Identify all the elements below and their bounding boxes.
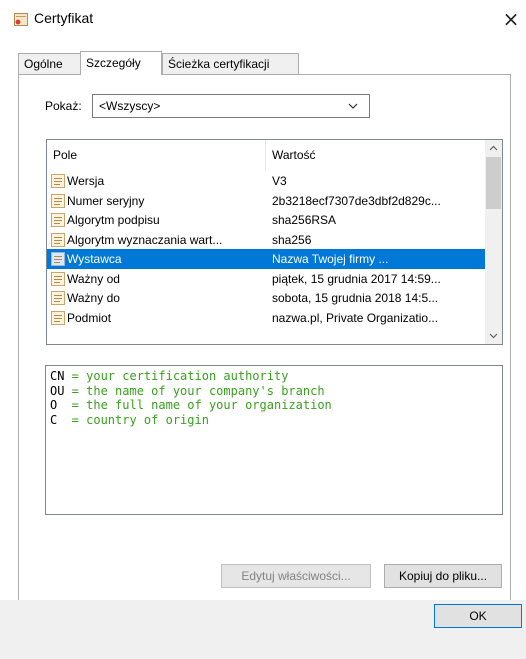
list-row[interactable]: Ważny do sobota, 15 grudnia 2018 14:5... — [47, 288, 487, 308]
scroll-thumb[interactable] — [486, 157, 501, 209]
list-row[interactable]: Ważny od piątek, 15 grudnia 2017 14:59... — [47, 269, 487, 289]
list-row[interactable]: Podmiot nazwa.pl, Private Organizatio... — [47, 308, 487, 328]
chevron-down-icon — [348, 103, 358, 109]
row-field-name: Numer seryjny — [67, 193, 145, 208]
column-header-field[interactable]: Pole — [53, 148, 77, 162]
detail-text: = country of origin — [57, 412, 209, 427]
row-field-name: Wystawca — [67, 252, 122, 266]
detail-line: CN = your certification authority — [50, 369, 498, 384]
row-field-name: Algorytm podpisu — [67, 213, 160, 227]
column-header-value[interactable]: Wartość — [272, 148, 316, 162]
detail-text: = the full name of your organization — [57, 398, 332, 412]
row-field-value: 2b3218ecf7307de3dbf2d829c... — [272, 193, 441, 208]
show-label: Pokaż: — [45, 99, 82, 113]
detail-key: CN — [50, 369, 65, 383]
row-field-name: Ważny do — [67, 291, 120, 305]
row-field-name: Ważny od — [67, 271, 120, 286]
scroll-up-icon[interactable] — [485, 140, 502, 157]
details-panel: Pokaż: <Wszyscy> Pole Wartość Wersja V3 Nu… — [18, 74, 511, 601]
detail-line: O = the full name of your organization — [50, 398, 498, 413]
certificate-icon — [14, 13, 28, 26]
certificate-field-icon — [51, 213, 65, 227]
certificate-field-icon — [51, 271, 65, 286]
certificate-field-icon — [51, 232, 65, 247]
detail-line: C = country of origin — [50, 413, 498, 428]
certificate-field-icon — [51, 252, 65, 266]
row-field-name: Wersja — [67, 174, 105, 188]
show-dropdown-value: <Wszyscy> — [99, 99, 161, 113]
certificate-field-icon — [51, 310, 65, 325]
scroll-down-icon[interactable] — [485, 327, 502, 344]
list-row[interactable]: Algorytm wyznaczania wart... sha256 — [47, 230, 487, 250]
detail-text: = the name of your company's branch — [64, 383, 325, 398]
row-field-value: nazwa.pl, Private Organizatio... — [272, 310, 439, 325]
row-field-value: Nazwa Twojej firmy ... — [272, 252, 389, 266]
window-title: Certyfikat — [34, 10, 94, 26]
fields-list[interactable]: Pole Wartość Wersja V3 Numer seryjny 2b3218… — [46, 139, 503, 345]
certificate-field-icon — [51, 291, 65, 305]
edit-properties-button[interactable]: Edytuj właściwości... — [221, 564, 371, 588]
field-detail-box[interactable]: CN = your certification authority OU = th… — [45, 365, 503, 515]
certificate-field-icon — [51, 193, 65, 208]
row-field-value: V3 — [272, 174, 287, 188]
list-header: Pole Wartość — [47, 140, 487, 170]
list-row[interactable]: Numer seryjny 2b3218ecf7307de3dbf2d829c..… — [47, 191, 487, 211]
title-bar: Certyfikat × — [0, 0, 526, 38]
tab-details[interactable]: Szczegóły — [80, 51, 162, 75]
list-row[interactable]: Wystawca Nazwa Twojej firmy ... — [47, 249, 487, 269]
list-rows: Wersja V3 Numer seryjny 2b3218ecf7307de3dbf… — [47, 171, 487, 327]
close-button[interactable]: × — [496, 4, 526, 34]
row-field-value: sobota, 15 grudnia 2018 14:5... — [272, 291, 439, 305]
detail-line: OU = the name of your company's branch — [50, 384, 498, 399]
tab-general[interactable]: Ogólne — [18, 53, 81, 74]
row-field-value: piątek, 15 grudnia 2017 14:59... — [272, 271, 441, 286]
copy-to-file-button[interactable]: Kopiuj do pliku... — [384, 564, 502, 588]
list-row[interactable]: Algorytm podpisu sha256RSA — [47, 210, 487, 230]
show-dropdown[interactable]: <Wszyscy> — [92, 94, 370, 118]
detail-text: = your certification authority — [64, 369, 289, 383]
row-field-name: Algorytm wyznaczania wart... — [67, 232, 223, 247]
row-field-value: sha256 — [272, 232, 312, 247]
row-field-name: Podmiot — [67, 310, 112, 325]
tab-certification-path[interactable]: Ścieżka certyfikacji — [162, 53, 299, 74]
ok-button[interactable]: OK — [434, 604, 522, 628]
certificate-field-icon — [51, 174, 65, 188]
row-field-value: sha256RSA — [272, 213, 337, 227]
list-scrollbar[interactable] — [485, 140, 502, 344]
list-row[interactable]: Wersja V3 — [47, 171, 487, 191]
column-divider[interactable] — [265, 140, 266, 170]
detail-key: OU — [50, 383, 65, 398]
